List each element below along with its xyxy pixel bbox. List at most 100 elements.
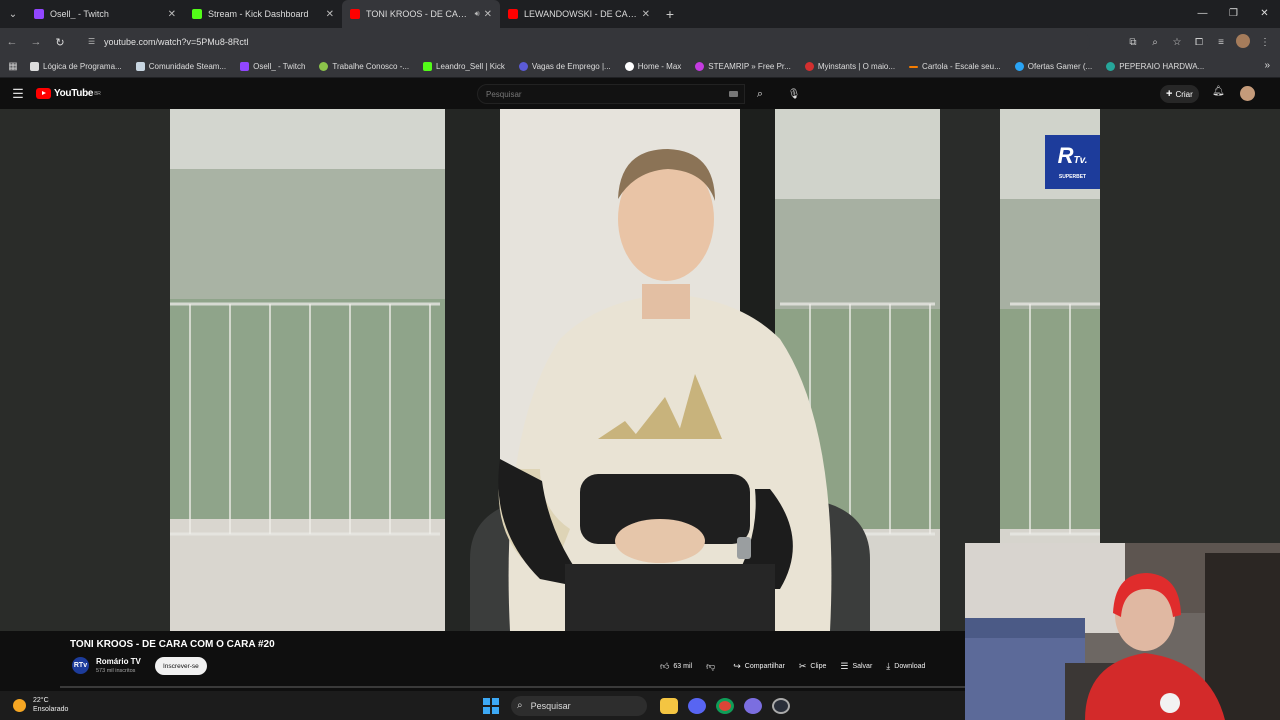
- address-bar[interactable]: ☰ youtube.com/watch?v=5PMu8-8Rctl: [80, 31, 1090, 53]
- tab-twitch[interactable]: Osell_ - Twitch ✕: [26, 0, 184, 28]
- channel-avatar[interactable]: RTv: [72, 657, 89, 674]
- user-avatar[interactable]: [1240, 86, 1255, 101]
- scroll-divider: [60, 686, 965, 688]
- discord-canary-icon[interactable]: [744, 697, 762, 714]
- channel-name[interactable]: Romário TV: [96, 657, 141, 666]
- bookmark-item[interactable]: PEPERAIO HARDWA...: [1106, 62, 1204, 71]
- thumbs-up-icon: 👍︎: [660, 660, 670, 671]
- bookmark-favicon-icon: [695, 62, 705, 71]
- tab-title: Stream - Kick Dashboard: [208, 9, 309, 19]
- hamburger-menu-icon[interactable]: ☰: [0, 86, 36, 102]
- tab-kick[interactable]: Stream - Kick Dashboard ✕: [184, 0, 342, 28]
- clip-button[interactable]: ✂ Clipe: [799, 661, 827, 672]
- bookmark-item[interactable]: Lógica de Programa...: [30, 62, 122, 71]
- tab-search-chevron-icon[interactable]: ⌄: [0, 0, 26, 28]
- webcam-frame: [965, 543, 1280, 720]
- bookmark-favicon-icon: [804, 62, 814, 71]
- browser-tab-strip: ⌄ Osell_ - Twitch ✕ Stream - Kick Dashbo…: [0, 0, 1280, 28]
- more-bookmarks-icon[interactable]: »: [1264, 60, 1270, 71]
- bookmark-item[interactable]: Myinstants | O maio...: [804, 62, 895, 71]
- bookmark-item[interactable]: Home - Max: [624, 62, 681, 71]
- install-app-icon[interactable]: ⧉: [1122, 37, 1144, 48]
- bookmark-favicon-icon: [518, 62, 528, 71]
- twitch-favicon-icon: [240, 62, 250, 71]
- restore-icon[interactable]: ❐: [1218, 0, 1249, 28]
- close-tab-icon[interactable]: ✕: [484, 9, 492, 20]
- search-placeholder: Pesquisar: [486, 89, 522, 99]
- youtube-play-icon: [36, 88, 51, 99]
- profile-avatar[interactable]: [1232, 33, 1254, 51]
- twitch-favicon-icon: [34, 9, 44, 19]
- windows-taskbar: 22°C Ensolarado ⌕ Pesquisar: [0, 691, 965, 720]
- close-tab-icon[interactable]: ✕: [642, 9, 650, 20]
- forward-arrow-icon[interactable]: →: [24, 36, 48, 48]
- tab-title: Osell_ - Twitch: [50, 9, 109, 19]
- subscribe-button[interactable]: Inscrever-se: [155, 657, 207, 675]
- dislike-button[interactable]: 👎︎: [706, 661, 719, 672]
- sun-icon: [13, 698, 26, 712]
- voice-search-button[interactable]: 🎙︎: [784, 84, 804, 104]
- new-tab-button[interactable]: +: [658, 6, 682, 22]
- channel-watermark-logo[interactable]: RTv. SUPERBET: [1045, 135, 1100, 189]
- bookmark-item[interactable]: Vagas de Emprego |...: [518, 62, 611, 71]
- bookmark-item[interactable]: Cartola - Escale seu...: [909, 62, 1001, 71]
- scissors-icon: ✂: [798, 660, 807, 671]
- download-icon: ⤓: [886, 660, 891, 671]
- discord-icon[interactable]: [688, 697, 706, 714]
- create-button[interactable]: + Criar: [1160, 85, 1199, 103]
- site-info-icon[interactable]: ☰: [88, 37, 98, 47]
- weather-widget[interactable]: 22°C Ensolarado: [13, 696, 68, 714]
- tab-title: LEWANDOWSKI - DE CARA CO: [524, 9, 638, 19]
- browser-menu-icon[interactable]: ⋮: [1254, 37, 1276, 48]
- bookmark-item[interactable]: Ofertas Gamer (...: [1014, 62, 1092, 71]
- tab-toni-kroos[interactable]: TONI KROOS - DE CARA CO 🔊︎ ✕: [342, 0, 500, 28]
- notifications-bell-icon[interactable]: 🔔︎: [1212, 86, 1225, 97]
- close-tab-icon[interactable]: ✕: [168, 9, 176, 20]
- reading-list-icon[interactable]: ≡: [1210, 37, 1232, 48]
- like-button[interactable]: 👍︎ 63 mil: [660, 661, 692, 672]
- youtube-header: ☰ YouTube BR Pesquisar ⌕ 🎙︎ + Criar 🔔︎: [0, 78, 1280, 109]
- kick-favicon-icon: [192, 9, 202, 19]
- video-frame: [170, 109, 1100, 631]
- bookmark-item[interactable]: Osell_ - Twitch: [240, 62, 305, 71]
- weather-condition: Ensolarado: [33, 706, 69, 713]
- youtube-favicon-icon: [350, 9, 360, 19]
- youtube-logo[interactable]: YouTube BR: [36, 88, 101, 99]
- close-tab-icon[interactable]: ✕: [326, 9, 334, 20]
- keyboard-icon[interactable]: [729, 91, 738, 97]
- bookmark-item[interactable]: STEAMRIP » Free Pr...: [695, 62, 791, 71]
- minimize-icon[interactable]: —: [1187, 0, 1218, 28]
- bookmark-star-icon[interactable]: ☆: [1166, 37, 1188, 48]
- bookmark-favicon-icon: [319, 62, 329, 71]
- bookmark-item[interactable]: Comunidade Steam...: [135, 62, 226, 71]
- bookmark-favicon-icon: [1014, 62, 1024, 71]
- video-actions: 👍︎ 63 mil 👎︎ ↪ Compartilhar ✂ Clipe ☰ Salvar…: [660, 658, 939, 674]
- bookmark-item[interactable]: Trabalhe Conosco -...: [319, 62, 409, 71]
- extensions-icon[interactable]: ⧠: [1188, 37, 1210, 48]
- watermark-tv: Tv.: [1073, 154, 1088, 166]
- share-button[interactable]: ↪ Compartilhar: [733, 661, 785, 672]
- video-player[interactable]: [170, 109, 1100, 631]
- file-explorer-icon[interactable]: [660, 697, 678, 714]
- steam-icon[interactable]: [772, 697, 790, 714]
- search-button[interactable]: ⌕: [745, 84, 775, 104]
- subscriber-count: 573 mil inscritos: [96, 668, 136, 674]
- search-input[interactable]: Pesquisar: [477, 84, 745, 104]
- chrome-icon[interactable]: [716, 697, 734, 714]
- bookmarks-bar: ▦ Lógica de Programa... Comunidade Steam…: [0, 56, 1280, 78]
- zoom-icon[interactable]: ⌕: [1144, 37, 1166, 48]
- tab-lewandowski[interactable]: LEWANDOWSKI - DE CARA CO ✕: [500, 0, 658, 28]
- windows-start-icon[interactable]: [483, 697, 499, 714]
- speaker-icon[interactable]: 🔊︎: [475, 9, 480, 19]
- back-arrow-icon[interactable]: ←: [0, 36, 24, 48]
- bookmark-item[interactable]: Leandro_Sell | Kick: [423, 62, 505, 71]
- apps-grid-icon[interactable]: ▦: [0, 61, 26, 72]
- webcam-overlay: [965, 543, 1280, 720]
- reload-icon[interactable]: ↻: [48, 36, 72, 49]
- close-window-icon[interactable]: ✕: [1249, 0, 1280, 28]
- search-icon: ⌕: [756, 87, 764, 100]
- watermark-superbet: SUPERBET: [1058, 173, 1087, 180]
- taskbar-search[interactable]: ⌕ Pesquisar: [511, 695, 647, 716]
- save-button[interactable]: ☰ Salvar: [840, 661, 872, 672]
- download-button[interactable]: ⤓ Download: [886, 661, 925, 672]
